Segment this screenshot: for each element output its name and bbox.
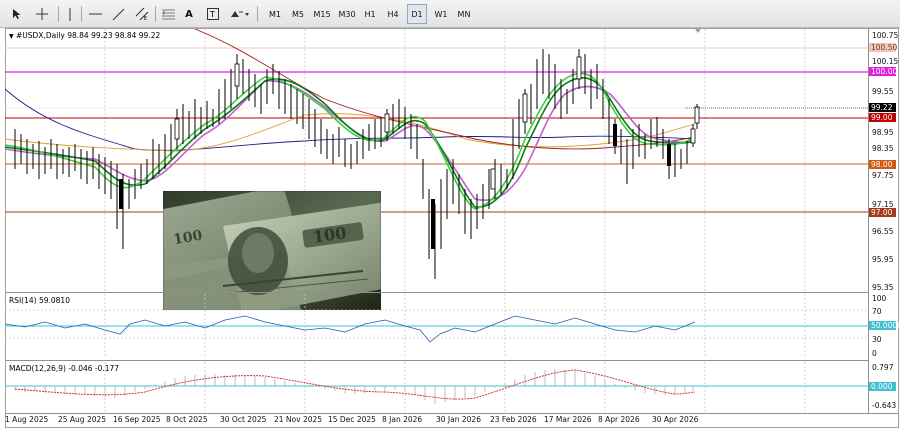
timeframe-m30[interactable]: M30 (336, 4, 358, 24)
rsi-tick: 0 (872, 349, 877, 358)
svg-text:T: T (209, 10, 215, 19)
price-tick: 100.75 (872, 31, 899, 40)
price-tick: 96.55 (872, 227, 894, 236)
level-tag-100-00: 100.00 (869, 67, 898, 76)
channel-icon[interactable]: E (133, 4, 151, 24)
date-label: 1 Aug 2025 (5, 415, 49, 424)
more-shapes-icon[interactable] (228, 4, 252, 24)
horizontal-line-icon[interactable] (86, 4, 104, 24)
chart-toolbar: E F A T M1 M5 M15 M30 H1 H4 D1 W1 MN (0, 0, 900, 28)
macd-top-tick: 0.797 (872, 363, 894, 372)
price-tick: 100.15 (872, 57, 899, 66)
price-chart[interactable] (5, 29, 869, 291)
timeframe-d1[interactable]: D1 (407, 4, 427, 24)
date-label: 30 Apr 2026 (652, 415, 699, 424)
macd-bottom-tick: -0.643 (872, 401, 897, 410)
toolbar-separator (81, 6, 82, 22)
date-label: 8 Oct 2025 (166, 415, 208, 424)
price-tick: 97.75 (872, 171, 894, 180)
price-tick: 95.35 (872, 283, 894, 292)
toolbar-separator (155, 6, 156, 22)
level-tag-99-00: 99.00 (869, 113, 896, 122)
collapse-arrow-icon[interactable]: ▼ (9, 33, 14, 40)
pane-separator[interactable] (5, 360, 868, 361)
chart-symbol-info: ▼ #USDX,Daily 98.84 99.23 98.84 99.22 (9, 31, 160, 40)
timeframe-h1[interactable]: H1 (360, 4, 380, 24)
date-label: 23 Feb 2026 (490, 415, 537, 424)
pane-separator[interactable] (5, 292, 868, 293)
date-label: 8 Jan 2026 (382, 415, 423, 424)
time-axis-border (5, 413, 899, 414)
price-tick: 99.55 (872, 87, 894, 96)
date-label: 15 Dec 2025 (328, 415, 376, 424)
macd-label: MACD(12,26,9) -0.046 -0.177 (9, 364, 120, 373)
trend-line-icon[interactable] (109, 4, 127, 24)
date-label: 30 Oct 2025 (220, 415, 267, 424)
text-tool-button[interactable]: A (181, 4, 197, 24)
timeframe-m15[interactable]: M15 (311, 4, 333, 24)
price-tick: 98.35 (872, 144, 894, 153)
level-tag-100-50: 100.50 (869, 43, 898, 52)
timeframe-m1[interactable]: M1 (265, 4, 285, 24)
toolbar-separator (58, 6, 59, 22)
rsi-tick: 100 (872, 294, 887, 303)
level-tag-97-00: 97.00 (869, 208, 896, 217)
date-label: 21 Nov 2025 (274, 415, 323, 424)
date-label: 17 Mar 2026 (544, 415, 592, 424)
svg-text:E: E (144, 16, 147, 21)
level-tag-98-00: 98.00 (869, 160, 896, 169)
rsi-tick: 70 (872, 307, 882, 316)
fibonacci-icon[interactable]: F (159, 4, 177, 24)
crosshair-icon[interactable] (33, 4, 51, 24)
rsi-chart[interactable] (5, 294, 869, 358)
price-scale-border (868, 28, 869, 413)
svg-text:F: F (163, 11, 166, 16)
rsi-label: RSI(14) 59.0810 (9, 296, 70, 305)
date-label: 8 Apr 2026 (598, 415, 640, 424)
timeframe-w1[interactable]: W1 (431, 4, 451, 24)
price-tick: 95.95 (872, 255, 894, 264)
current-price-tag: 99.22 (869, 103, 896, 112)
symbol-info-text: #USDX,Daily 98.84 99.23 98.84 99.22 (16, 31, 161, 40)
date-label: 25 Aug 2025 (58, 415, 107, 424)
rsi-level-tag: 50.0000 (869, 321, 900, 330)
timeframe-mn[interactable]: MN (453, 4, 475, 24)
date-label: 16 Sep 2025 (113, 415, 161, 424)
vertical-line-icon[interactable] (62, 4, 78, 24)
timeframe-h4[interactable]: H4 (383, 4, 403, 24)
timeframe-m5[interactable]: M5 (288, 4, 308, 24)
text-label-icon[interactable]: T (204, 4, 222, 24)
toolbar-separator (257, 6, 258, 22)
date-label: 30 Jan 2026 (436, 415, 481, 424)
rsi-tick: 30 (872, 335, 882, 344)
cursor-icon[interactable] (8, 4, 26, 24)
price-tick: 98.95 (872, 128, 894, 137)
macd-zero-tag: 0.000 (869, 382, 896, 391)
macd-chart[interactable] (5, 362, 869, 412)
